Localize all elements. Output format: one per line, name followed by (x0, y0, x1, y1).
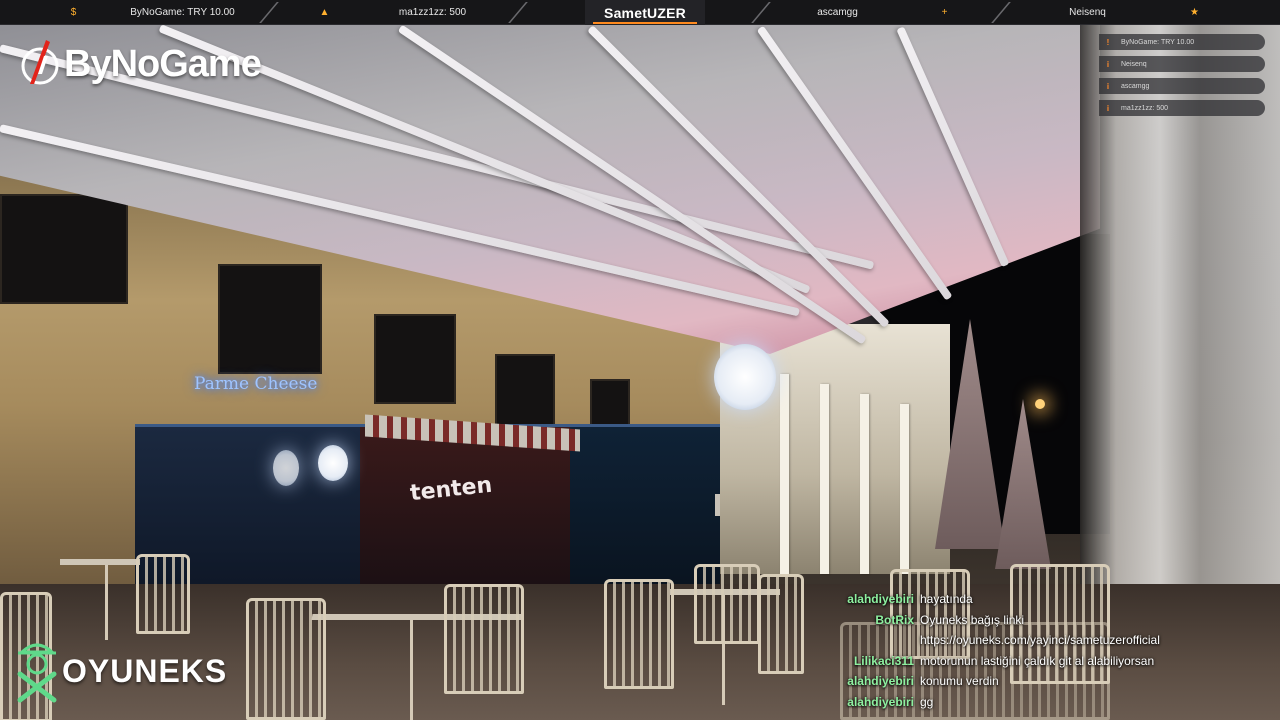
terrace-chair (694, 564, 760, 644)
recent-events-list: ! ByNoGame: TRY 10.00 i Neisenq i ascamg… (1099, 34, 1265, 122)
oyuneks-logo: OYUNEKS (14, 638, 227, 704)
star-icon: ★ (1190, 7, 1199, 18)
round-lit-sign (318, 445, 348, 481)
bynogame-logo-icon (21, 40, 59, 85)
shop-neon-sign: Parme Cheese (194, 374, 318, 394)
terrace-chair (604, 579, 674, 689)
balcony-window (0, 194, 128, 304)
info-icon: i (1106, 103, 1110, 113)
event-item: i ma1zz1zz: 500 (1099, 100, 1265, 116)
ticker-item-bits: ma1zz1zz: 500 (340, 0, 525, 25)
chat-message: alahdiyebiri gg (830, 692, 1270, 713)
fire-icon: ▲ (319, 7, 330, 18)
street-light (1035, 399, 1045, 409)
chat-text: gg (920, 694, 934, 709)
ticker-item-subscriber: Neisenq (995, 0, 1180, 25)
balcony-window (218, 264, 322, 374)
info-icon: i (1106, 59, 1110, 69)
column (900, 404, 909, 574)
event-text: ma1zz1zz: 500 (1121, 104, 1169, 112)
chat-username: alahdiyebiri (847, 592, 914, 607)
chat-username: BotRix (875, 612, 914, 627)
chat-username: alahdiyebiri (847, 694, 914, 709)
storefront (570, 424, 720, 584)
chat-text: motorunun lastiğini çaldık git al alabil… (920, 653, 1155, 668)
chat-text: Oyuneks bağış linki (920, 612, 1025, 627)
terrace-chair (136, 554, 190, 634)
chat-message: Lilikaci311 motorunun lastiğini çaldık g… (830, 651, 1270, 672)
bynogame-logo: ByNoGame (20, 38, 262, 90)
oyuneks-mascot-icon (17, 643, 57, 703)
ticker-label: Neisenq (1069, 7, 1106, 18)
dollar-icon: $ (70, 7, 77, 18)
round-lit-sign (714, 344, 776, 410)
chat-message: alahdiyebiri hayatında (830, 589, 1270, 610)
event-item: i ascamgg (1099, 78, 1265, 94)
event-item: i Neisenq (1099, 56, 1265, 72)
ticker-label: ByNoGame: TRY 10.00 (130, 7, 235, 18)
event-text: Neisenq (1121, 60, 1147, 68)
terrace-chair (758, 574, 804, 674)
table-leg (105, 565, 108, 640)
event-item: ! ByNoGame: TRY 10.00 (1099, 34, 1265, 50)
stream-ticker-bar: $ ByNoGame: TRY 10.00 ▲ ma1zz1zz: 500 Sa… (0, 0, 1280, 25)
oyuneks-logo-text: OYUNEKS (62, 652, 228, 689)
round-lit-sign (273, 450, 299, 486)
column (860, 394, 869, 574)
column (820, 384, 829, 574)
chat-username: Lilikaci311 (853, 653, 914, 668)
chat-message: alahdiyebiri konumu verdin (830, 671, 1270, 692)
event-text: ByNoGame: TRY 10.00 (1121, 38, 1195, 46)
chat-message: https://oyuneks.com/yayinci/sametuzeroff… (830, 630, 1270, 651)
ticker-label: ascamgg (817, 7, 858, 18)
column (780, 374, 789, 574)
chat-text: hayatında (920, 592, 973, 607)
terrace-table (60, 559, 140, 565)
table-leg (410, 620, 413, 720)
balcony-window (495, 354, 555, 434)
chat-username: alahdiyebiri (847, 674, 914, 689)
info-icon: i (1106, 81, 1110, 91)
balcony-window (374, 314, 456, 404)
ticker-label: ma1zz1zz: 500 (398, 7, 467, 18)
storefront-sign: tenten (408, 472, 494, 507)
bynogame-logo-text: ByNoGame (64, 42, 262, 85)
chat-overlay: alahdiyebiri hayatında BotRix Oyuneks ba… (830, 589, 1270, 712)
streamer-name: SametUZER (585, 0, 705, 25)
chat-text: konumu verdin (920, 674, 999, 689)
terrace-chair (246, 598, 326, 720)
ticker-item-follower: ascamgg (745, 0, 930, 25)
chat-message: BotRix Oyuneks bağış linki (830, 610, 1270, 631)
plus-icon: + (941, 7, 948, 18)
event-text: ascamgg (1121, 82, 1150, 90)
alert-icon: ! (1106, 37, 1110, 47)
terrace-chair (444, 584, 524, 694)
chat-link[interactable]: https://oyuneks.com/yayinci/sametuzeroff… (920, 633, 1160, 647)
ticker-item-donation: ByNoGame: TRY 10.00 (90, 0, 275, 25)
